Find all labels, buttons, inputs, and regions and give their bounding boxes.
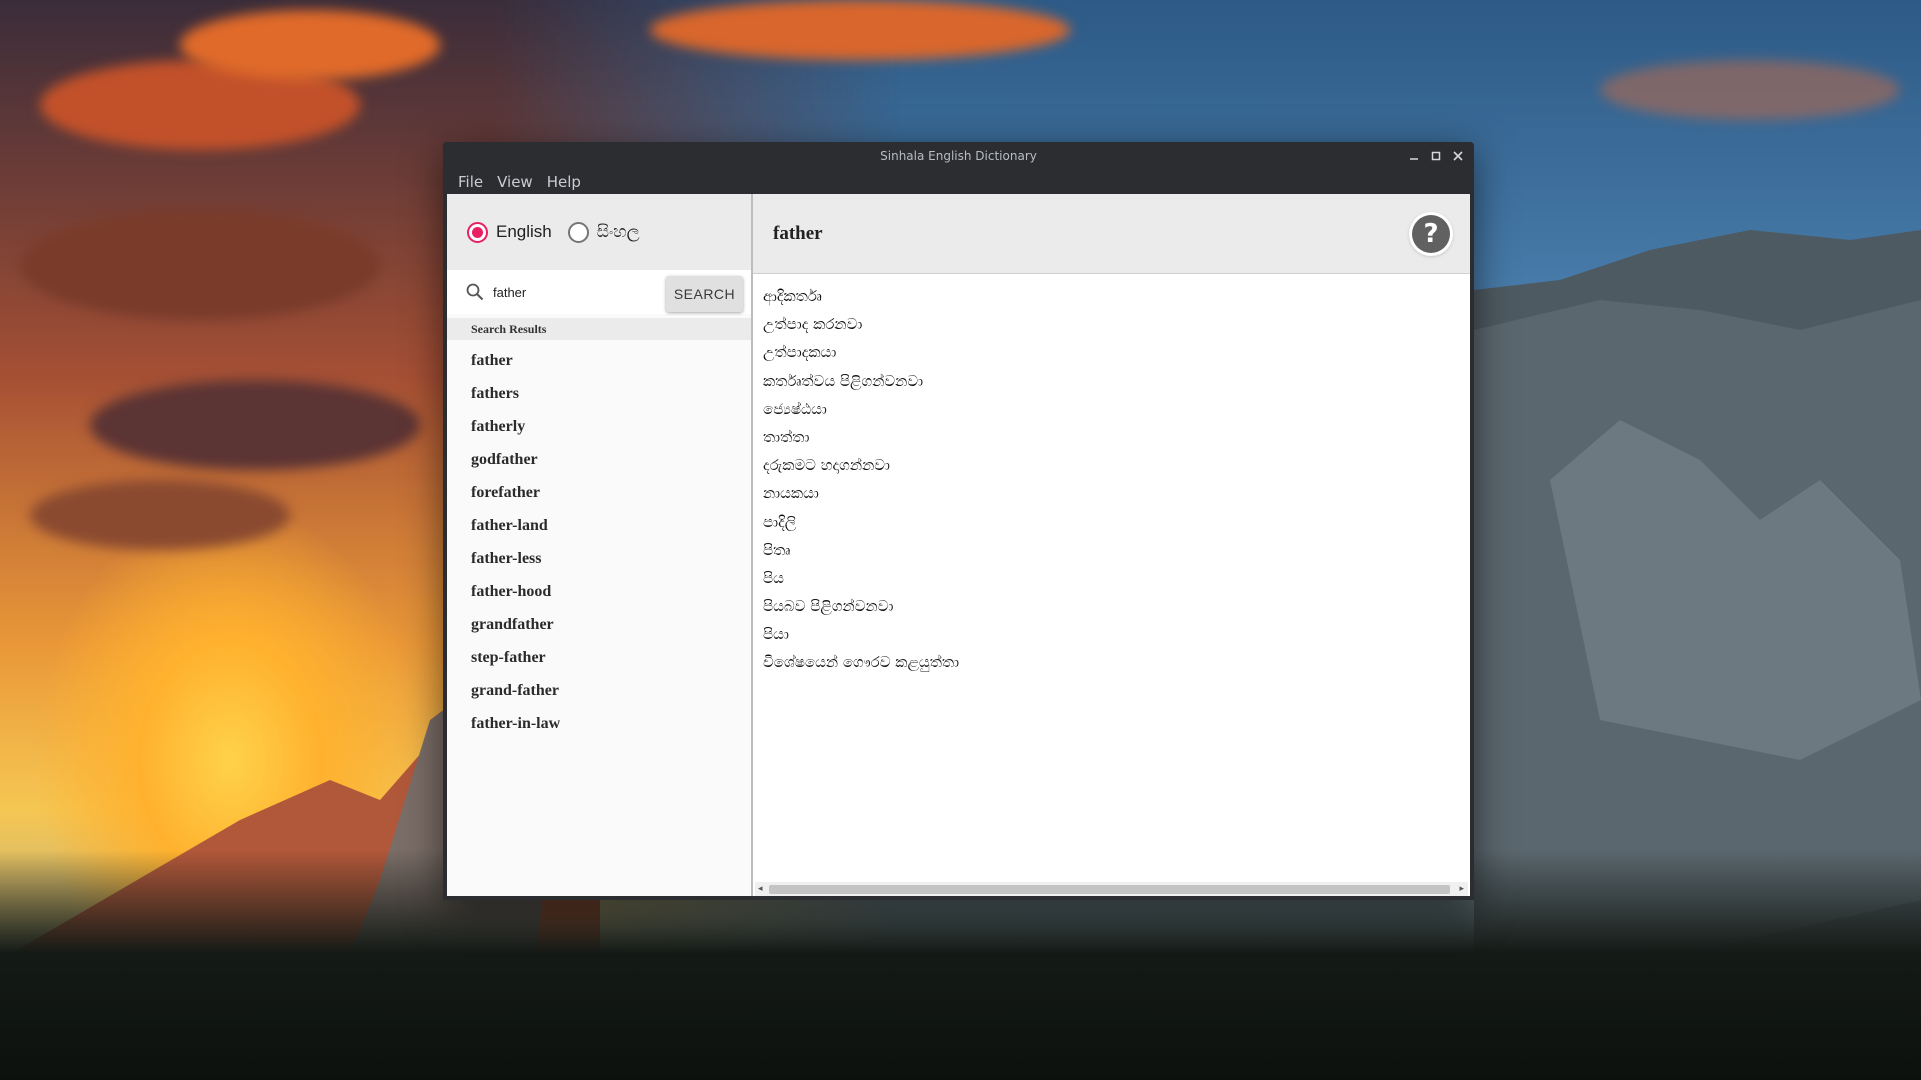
window-title: Sinhala English Dictionary <box>880 149 1037 163</box>
meaning-item: ජ්‍යෙෂ්ඨයා <box>763 399 827 418</box>
window-content: English සිංහල SEARCH Search Results <box>447 194 1470 896</box>
help-icon[interactable]: ? <box>1412 215 1450 253</box>
radio-sinhala[interactable]: සිංහල <box>567 221 640 243</box>
meaning-item: පියා <box>763 625 789 644</box>
results-header: Search Results <box>447 318 751 340</box>
result-item[interactable]: father-land <box>447 509 751 542</box>
results-list: father fathers fatherly godfather forefa… <box>447 340 751 740</box>
result-item[interactable]: grandfather <box>447 608 751 641</box>
maximize-icon[interactable] <box>1428 148 1444 164</box>
scroll-right-icon[interactable]: ▸ <box>1459 882 1464 896</box>
result-item[interactable]: fathers <box>447 377 751 410</box>
scroll-left-icon[interactable]: ◂ <box>758 882 763 896</box>
meaning-item: පිය <box>763 568 784 587</box>
scrollbar-thumb[interactable] <box>769 885 1450 894</box>
minimize-icon[interactable] <box>1406 148 1422 164</box>
meaning-item: ආදිකර්තෘ <box>763 287 822 305</box>
meaning-item: උත්පාදකයා <box>763 343 837 362</box>
meaning-item: තාත්තා <box>763 427 810 446</box>
horizontal-scrollbar[interactable]: ◂ ▸ <box>755 882 1468 896</box>
title-bar[interactable]: Sinhala English Dictionary <box>443 142 1474 170</box>
meaning-item: කර්තෘත්වය පිළිගන්වනවා <box>763 371 924 390</box>
menu-file[interactable]: File <box>453 173 488 191</box>
meaning-item: පිතෘ <box>763 540 791 559</box>
result-item[interactable]: forefather <box>447 476 751 509</box>
app-window: Sinhala English Dictionary File View Hel… <box>443 142 1474 900</box>
meaning-item: දරුකමට හදාගන්නවා <box>763 456 890 475</box>
meaning-item: පියබව පිළිගන්වනවා <box>763 597 894 616</box>
radio-sinhala-label: සිංහල <box>596 222 640 241</box>
language-selector: English සිංහල <box>447 194 751 270</box>
search-bar: SEARCH <box>447 270 751 314</box>
meaning-item: පාදිලි <box>763 512 797 531</box>
radio-english[interactable]: English <box>467 221 552 243</box>
result-item[interactable]: grand-father <box>447 674 751 707</box>
menu-view[interactable]: View <box>492 173 538 191</box>
search-pane: English සිංහල SEARCH Search Results <box>447 194 753 896</box>
close-icon[interactable] <box>1450 148 1466 164</box>
search-icon <box>465 282 485 302</box>
result-item[interactable]: father-hood <box>447 575 751 608</box>
radio-english-indicator[interactable] <box>467 221 488 243</box>
result-item[interactable]: father-less <box>447 542 751 575</box>
word-header: father ? <box>753 194 1470 274</box>
result-item[interactable]: step-father <box>447 641 751 674</box>
search-input[interactable] <box>493 278 653 306</box>
meanings-list: ආදිකර්තෘ උත්පාද කරනවා උත්පාදකයා කර්තෘත්ව… <box>753 274 1470 677</box>
menu-help[interactable]: Help <box>542 173 586 191</box>
meaning-item: නායකයා <box>763 484 819 503</box>
definition-pane: father ? ආදිකර්තෘ උත්පාද කරනවා උත්පාදකයා… <box>753 194 1470 896</box>
meaning-item: විශේෂයෙන් ගෞරව කළයුත්තා <box>763 653 960 672</box>
menu-bar: File View Help <box>443 170 1474 194</box>
selected-word: father <box>773 223 823 244</box>
window-controls <box>1406 142 1466 170</box>
result-item[interactable]: father <box>447 344 751 377</box>
result-item[interactable]: godfather <box>447 443 751 476</box>
result-item[interactable]: fatherly <box>447 410 751 443</box>
result-item[interactable]: father-in-law <box>447 707 751 740</box>
meaning-item: උත්පාද කරනවා <box>763 315 863 334</box>
radio-sinhala-indicator[interactable] <box>567 221 589 243</box>
search-button[interactable]: SEARCH <box>666 276 743 312</box>
radio-english-label: English <box>496 222 552 241</box>
